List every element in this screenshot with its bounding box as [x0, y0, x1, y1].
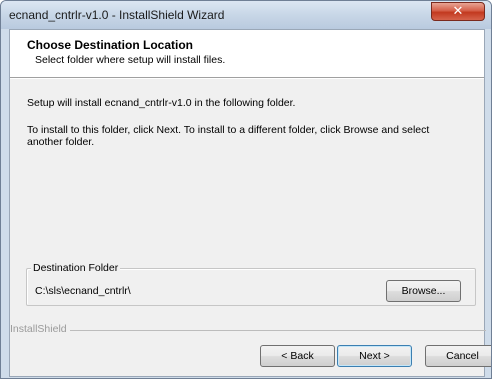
title-bar[interactable]: ecnand_cntrlr-v1.0 - InstallShield Wizar… — [1, 1, 491, 29]
window-title: ecnand_cntrlr-v1.0 - InstallShield Wizar… — [9, 8, 225, 22]
installshield-brand: InstallShield — [10, 323, 70, 335]
installer-window: ecnand_cntrlr-v1.0 - InstallShield Wizar… — [0, 0, 492, 379]
brand-divider — [10, 330, 486, 331]
back-button[interactable]: < Back — [260, 345, 335, 367]
install-location-text: Setup will install ecnand_cntrlr-v1.0 in… — [27, 97, 296, 109]
browse-button[interactable]: Browse... — [386, 280, 461, 302]
page-subtitle: Select folder where setup will install f… — [35, 54, 226, 66]
wizard-client-area: Choose Destination Location Select folde… — [9, 29, 491, 377]
instruction-text: To install to this folder, click Next. T… — [27, 124, 430, 148]
cancel-button[interactable]: Cancel — [425, 345, 491, 367]
header-divider — [10, 78, 484, 79]
close-icon: ✕ — [452, 4, 464, 19]
destination-path: C:\sls\ecnand_cntrlr\ — [35, 285, 131, 297]
close-button[interactable]: ✕ — [431, 2, 485, 21]
header-panel: Choose Destination Location Select folde… — [10, 30, 484, 78]
page-title: Choose Destination Location — [27, 38, 194, 52]
next-button[interactable]: Next > — [337, 345, 412, 367]
destination-folder-label: Destination Folder — [31, 262, 121, 274]
